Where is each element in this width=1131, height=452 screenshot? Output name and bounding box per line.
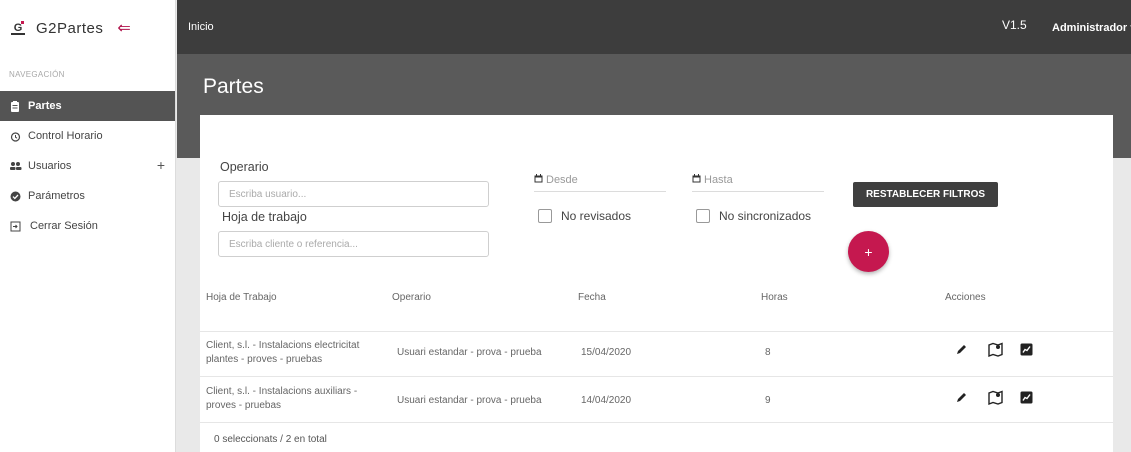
sidebar-item-cerrar-sesion[interactable]: Cerrar Sesión — [0, 211, 175, 241]
user-menu[interactable]: Administrador ▾ — [1052, 21, 1131, 34]
sidebar-item-label: Usuarios — [28, 160, 72, 172]
sidebar-item-label: Parámetros — [28, 190, 85, 202]
users-icon — [10, 161, 28, 171]
calendar-icon — [534, 174, 543, 185]
reset-filters-button[interactable]: RESTABLECER FILTROS — [853, 182, 998, 207]
collapse-sidebar-icon[interactable]: ⇐ — [117, 18, 130, 38]
breadcrumb[interactable]: Inicio — [188, 21, 214, 33]
header-hoja[interactable]: Hoja de Trabajo — [206, 292, 277, 303]
header-operario[interactable]: Operario — [392, 292, 431, 303]
desde-date-field[interactable]: Desde — [534, 174, 666, 192]
logout-icon — [10, 221, 28, 232]
cell-hoja: Client, s.l. - Instalacions auxiliars - … — [206, 386, 358, 411]
content-card: Operario Escriba usuario... Hoja de trab… — [200, 115, 1113, 452]
operario-input[interactable]: Escriba usuario... — [218, 181, 489, 207]
signature-icon[interactable] — [1020, 391, 1033, 407]
sidebar-item-label: Control Horario — [28, 130, 103, 142]
operario-label: Operario — [220, 160, 269, 174]
no-revisados-label: No revisados — [561, 209, 632, 223]
cell-fecha: 15/04/2020 — [581, 347, 632, 358]
add-parte-button[interactable]: + — [848, 231, 889, 272]
brand-logo: G — [10, 20, 26, 36]
no-sincronizados-checkbox[interactable]: No sincronizados — [696, 209, 811, 223]
signature-icon[interactable] — [1020, 343, 1033, 359]
map-pin-icon[interactable] — [988, 390, 1003, 408]
cell-horas: 9 — [765, 395, 771, 406]
map-pin-icon[interactable] — [988, 342, 1003, 360]
alarm-clock-icon — [10, 131, 28, 142]
clipboard-icon — [10, 100, 28, 112]
sidebar-item-label: Partes — [28, 100, 62, 112]
desde-label: Desde — [546, 174, 578, 186]
row-divider — [200, 376, 1113, 377]
row-divider — [200, 331, 1113, 332]
header-acciones: Acciones — [945, 292, 986, 303]
operario-placeholder: Escriba usuario... — [229, 188, 307, 200]
no-sincronizados-label: No sincronizados — [719, 209, 812, 223]
sidebar-item-parametros[interactable]: Parámetros — [0, 181, 175, 211]
checkbox-box[interactable] — [696, 209, 710, 223]
nav-caption: NAVEGACIÓN — [9, 70, 65, 79]
sidebar-item-partes[interactable]: Partes — [0, 91, 175, 121]
svg-text:G: G — [14, 22, 23, 34]
sidebar: G G2Partes ⇐ NAVEGACIÓN Partes Control H… — [0, 0, 176, 452]
hoja-input[interactable]: Escriba cliente o referencia... — [218, 231, 489, 257]
cell-hoja: Client, s.l. - Instalacions electricitat… — [206, 340, 360, 365]
hoja-label: Hoja de trabajo — [222, 210, 307, 224]
header-fecha[interactable]: Fecha — [578, 292, 606, 303]
sidebar-item-label: Cerrar Sesión — [30, 220, 98, 232]
edit-icon[interactable] — [955, 391, 968, 407]
no-revisados-checkbox[interactable]: No revisados — [538, 209, 631, 223]
edit-icon[interactable] — [955, 343, 968, 359]
brand-name: G2Partes — [36, 19, 104, 37]
checkbox-box[interactable] — [538, 209, 552, 223]
page-title: Partes — [203, 75, 264, 98]
cell-horas: 8 — [765, 347, 771, 358]
topbar: Inicio V1.5 Administrador ▾ — [177, 0, 1131, 54]
version-label: V1.5 — [1002, 18, 1027, 32]
sidebar-item-usuarios[interactable]: Usuarios + — [0, 151, 175, 181]
sidebar-item-control-horario[interactable]: Control Horario — [0, 121, 175, 151]
expand-plus-icon[interactable]: + — [157, 157, 165, 173]
app-root: G G2Partes ⇐ NAVEGACIÓN Partes Control H… — [0, 0, 1131, 452]
selection-summary: 0 seleccionats / 2 en total — [214, 434, 327, 445]
cell-operario: Usuari estandar - prova - prueba — [397, 347, 542, 358]
hasta-date-field[interactable]: Hasta — [692, 174, 824, 192]
hoja-placeholder: Escriba cliente o referencia... — [229, 238, 358, 250]
calendar-icon — [692, 174, 701, 185]
hasta-label: Hasta — [704, 174, 733, 186]
cell-operario: Usuari estandar - prova - prueba — [397, 395, 542, 406]
header-horas[interactable]: Horas — [761, 292, 788, 303]
cell-fecha: 14/04/2020 — [581, 395, 632, 406]
row-divider — [200, 422, 1113, 423]
check-circle-icon — [10, 191, 28, 202]
brand: G G2Partes ⇐ — [0, 0, 175, 56]
user-name: Administrador — [1052, 22, 1128, 34]
